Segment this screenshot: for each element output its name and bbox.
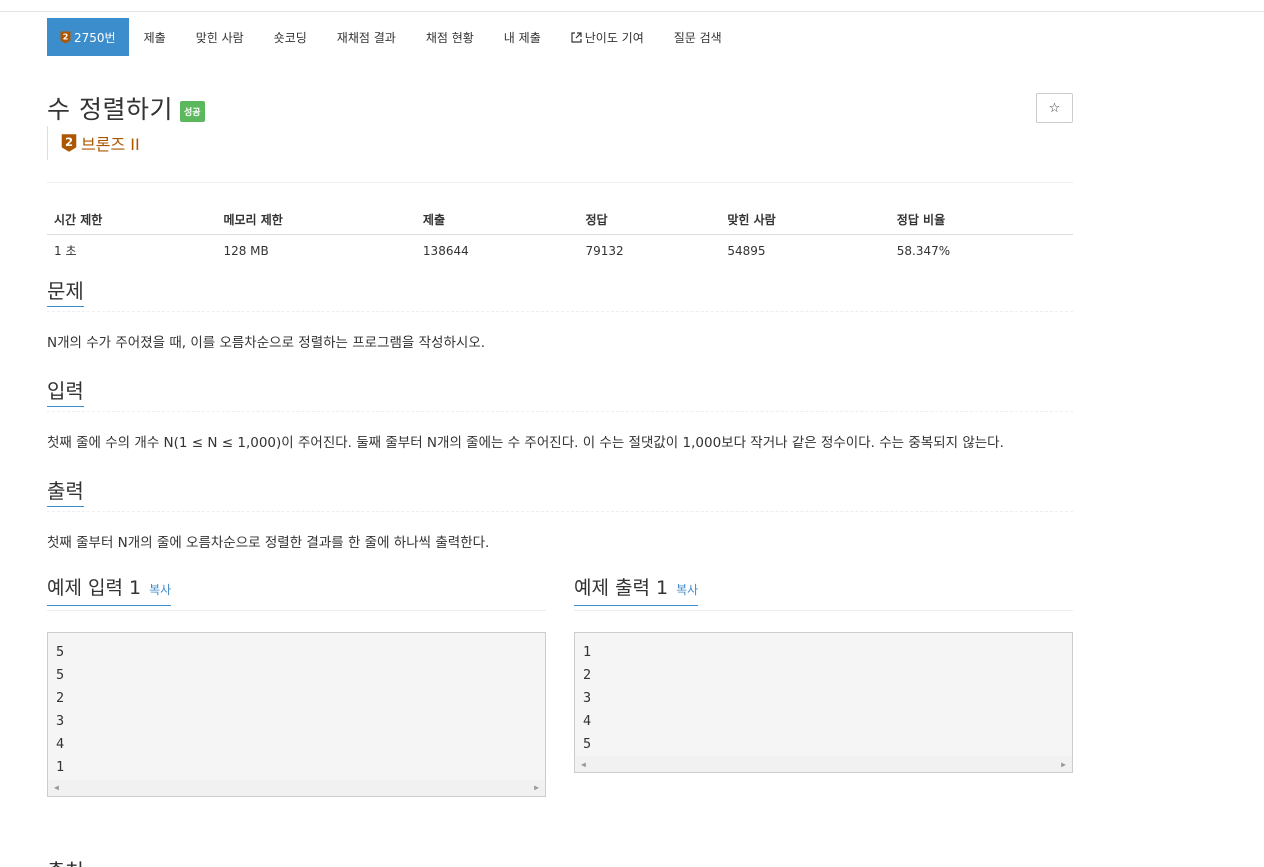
problem-number: 2750번 — [74, 30, 116, 45]
sample-output: 예제 출력 1 복사 1 2 3 4 5 ◀ ▶ — [574, 573, 1073, 797]
status-badge: 성공 — [179, 100, 205, 122]
list-item: 4 — [56, 736, 65, 753]
tab-problem[interactable]: 2 2750번 — [47, 18, 129, 56]
list-item: 3 — [583, 689, 592, 706]
input-section: 입력 첫째 줄에 수의 개수 N(1 ≤ N ≤ 1,000)이 주어진다. 둘… — [47, 373, 1073, 453]
list-item: 5 — [56, 643, 65, 660]
output-section: 출력 첫째 줄부터 N개의 줄에 오름차순으로 정렬한 결과를 한 줄에 하나씩… — [47, 473, 1073, 553]
accepted-value: 79132 — [585, 243, 624, 258]
sample-output-box[interactable]: 1 2 3 4 5 ◀ ▶ — [574, 631, 1073, 774]
list-item: 4 — [583, 713, 592, 730]
scroll-right-icon[interactable]: ▶ — [534, 783, 539, 792]
favorite-star-button[interactable]: ☆ — [1036, 93, 1073, 123]
tab-short-coding[interactable]: 숏코딩 — [259, 18, 322, 56]
horizontal-scrollbar[interactable]: ◀ ▶ — [48, 779, 545, 796]
sample-input-box[interactable]: 5 5 2 3 4 1 ◀ ▶ — [47, 631, 546, 797]
tab-difficulty[interactable]: 난이도 기여 — [556, 18, 659, 56]
samples-row: 예제 입력 1 복사 5 5 2 3 4 1 ◀ ▶ 예제 출력 1 복사 1 2 3… — [47, 573, 1073, 797]
problem-page: 2 2750번 제출 맞힌 사람 숏코딩 재채점 결과 채점 현황 내 제출 난… — [47, 18, 1073, 797]
bronze-tier-icon: 2 — [61, 134, 77, 152]
problem-heading: 문제 — [47, 279, 84, 307]
title-row: 수 정렬하기 성공 ☆ — [47, 90, 1073, 126]
tab-my-submissions[interactable]: 내 제출 — [489, 18, 556, 56]
scroll-left-icon[interactable]: ◀ — [581, 760, 586, 769]
header-accept-ratio: 정답 비율 — [889, 205, 1073, 235]
divider — [47, 182, 1073, 183]
sample-output-heading: 예제 출력 1 복사 — [574, 576, 699, 606]
copy-output-button[interactable]: 복사 — [676, 583, 698, 597]
tab-question-search[interactable]: 질문 검색 — [659, 18, 737, 56]
tab-submit[interactable]: 제출 — [129, 18, 181, 56]
memory-limit-value: 128 MB — [223, 243, 269, 258]
tab-status[interactable]: 채점 현황 — [411, 18, 489, 56]
tab-solved-users[interactable]: 맞힌 사람 — [181, 18, 259, 56]
header-solved-users: 맞힌 사람 — [720, 205, 890, 235]
svg-text:2: 2 — [63, 32, 69, 41]
difficulty-label: 난이도 기여 — [584, 30, 644, 45]
problem-info-table: 시간 제한 메모리 제한 제출 정답 맞힌 사람 정답 비율 1 초 128 M… — [47, 205, 1073, 267]
tier-label: 브론즈 II — [81, 135, 140, 154]
table-row: 1 초 128 MB 138644 79132 54895 58.347% — [47, 235, 1073, 267]
horizontal-scrollbar[interactable]: ◀ ▶ — [575, 756, 1072, 773]
input-heading: 입력 — [47, 379, 84, 407]
tier-level[interactable]: 2 브론즈 II — [47, 126, 1073, 160]
output-heading: 출력 — [47, 479, 84, 507]
input-description: 첫째 줄에 수의 개수 N(1 ≤ N ≤ 1,000)이 주어진다. 둘째 줄… — [47, 434, 1004, 451]
output-description: 첫째 줄부터 N개의 줄에 오름차순으로 정렬한 결과를 한 줄에 하나씩 출력… — [47, 534, 490, 551]
header-memory-limit: 메모리 제한 — [216, 205, 416, 235]
list-item: 1 — [56, 759, 65, 776]
header-time-limit: 시간 제한 — [47, 205, 217, 235]
problem-description: N개의 수가 주어졌을 때, 이를 오름차순으로 정렬하는 프로그램을 작성하시… — [47, 334, 486, 351]
list-item: 2 — [583, 666, 592, 683]
list-item: 5 — [56, 666, 65, 683]
bronze-tier-icon: 2 — [60, 31, 71, 43]
top-bar — [0, 0, 1264, 12]
sample-input-heading: 예제 입력 1 복사 — [47, 576, 172, 606]
header-accepted: 정답 — [578, 205, 721, 235]
copy-input-button[interactable]: 복사 — [149, 583, 171, 597]
header-submissions: 제출 — [415, 205, 579, 235]
external-link-icon — [571, 31, 582, 43]
svg-text:2: 2 — [65, 135, 73, 149]
list-item: 5 — [583, 736, 592, 753]
star-icon: ☆ — [1048, 100, 1061, 116]
list-item: 2 — [56, 689, 65, 706]
scroll-left-icon[interactable]: ◀ — [54, 783, 59, 792]
sample-input: 예제 입력 1 복사 5 5 2 3 4 1 ◀ ▶ — [47, 573, 546, 797]
time-limit-value: 1 초 — [54, 244, 77, 259]
tab-rejudge[interactable]: 재채점 결과 — [322, 18, 411, 56]
submissions-value: 138644 — [422, 243, 469, 258]
problem-section: 문제 N개의 수가 주어졌을 때, 이를 오름차순으로 정렬하는 프로그램을 작… — [47, 273, 1073, 353]
accept-ratio-value: 58.347% — [896, 243, 951, 258]
page-title: 수 정렬하기 — [47, 95, 173, 124]
problem-nav-tabs: 2 2750번 제출 맞힌 사람 숏코딩 재채점 결과 채점 현황 내 제출 난… — [47, 18, 1073, 56]
solved-users-value: 54895 — [727, 243, 766, 258]
next-section-heading: 출처 — [47, 855, 84, 867]
list-item: 1 — [583, 643, 592, 660]
scroll-right-icon[interactable]: ▶ — [1061, 760, 1066, 769]
list-item: 3 — [56, 713, 65, 730]
